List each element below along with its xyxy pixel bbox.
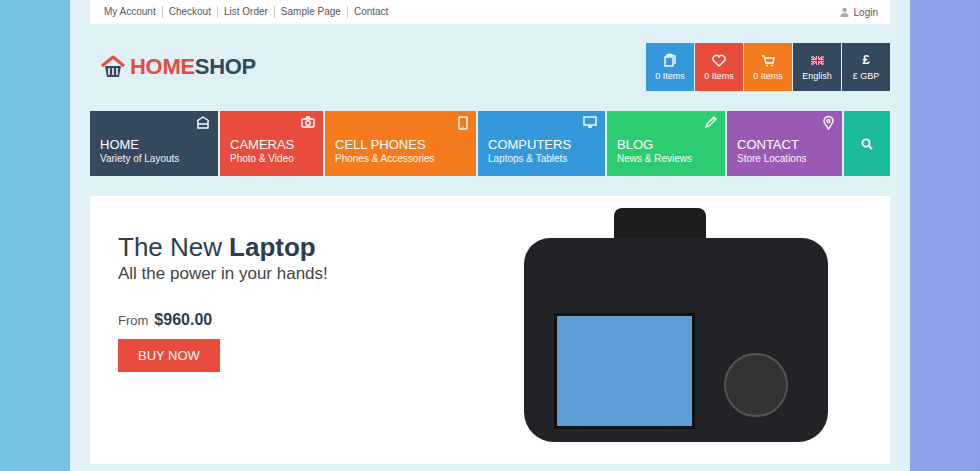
camera-icon <box>301 116 315 128</box>
banner-title-light: The New <box>118 232 222 262</box>
search-icon <box>861 138 873 150</box>
login-link[interactable]: Login <box>840 7 878 18</box>
nav-title[interactable]: HOME <box>100 137 210 152</box>
flag-button[interactable]: English <box>793 43 841 91</box>
header-icon-wrap <box>712 53 726 67</box>
nav-subtitle[interactable]: Phones & Accessories <box>335 152 468 165</box>
banner-price: From $960.00 <box>118 311 328 329</box>
header-buttons: 0 Items 0 Items 0 Items English £ £ GBP <box>646 43 890 91</box>
house-basket-icon <box>100 55 126 79</box>
header-button-label: 0 Items <box>704 71 734 81</box>
header-button-label: 0 Items <box>753 71 783 81</box>
banner-title: The NewLaptop <box>118 232 328 262</box>
currency-button[interactable]: £ £ GBP <box>842 43 890 91</box>
cart-button[interactable]: 0 Items <box>744 43 792 91</box>
nav-subtitle[interactable]: Photo & Video <box>230 152 315 165</box>
header-icon-wrap: £ <box>862 53 869 67</box>
camera-photo <box>524 208 828 442</box>
top-links: My AccountCheckoutList OrderSample PageC… <box>104 6 394 18</box>
pencil-icon <box>704 116 717 129</box>
top-link[interactable]: Contact <box>347 6 394 18</box>
nav-subtitle[interactable]: News & Reviews <box>617 152 717 165</box>
header: HOMESHOP 0 Items 0 Items 0 Items English £ £ G… <box>90 43 890 91</box>
uk-flag-icon <box>811 56 824 65</box>
top-bar: My AccountCheckoutList OrderSample PageC… <box>90 0 890 24</box>
monitor-icon <box>583 116 597 128</box>
header-button-label: 0 Items <box>655 71 685 81</box>
nav-item[interactable]: HOMEVariety of Layouts <box>90 111 218 176</box>
search-button[interactable] <box>844 111 890 176</box>
nav-subtitle[interactable]: Laptops & Tablets <box>488 152 597 165</box>
nav-title[interactable]: COMPUTERS <box>488 137 597 152</box>
currency-icon: £ <box>862 53 869 67</box>
phone-icon <box>458 116 468 130</box>
header-icon-wrap <box>663 53 677 67</box>
heart-button[interactable]: 0 Items <box>695 43 743 91</box>
nav-item[interactable]: BLOGNews & Reviews <box>607 111 725 176</box>
login-label[interactable]: Login <box>854 7 878 18</box>
map-pin-icon <box>823 116 834 130</box>
nav-title[interactable]: CONTACT <box>737 137 834 152</box>
nav-title[interactable]: CAMERAS <box>230 137 315 152</box>
nav-title[interactable]: CELL PHONES <box>335 137 468 152</box>
cart-icon <box>761 54 775 67</box>
nav-subtitle[interactable]: Variety of Layouts <box>100 152 210 165</box>
price-label: From <box>118 313 148 328</box>
header-button-label: £ GBP <box>853 71 880 81</box>
top-link[interactable]: Sample Page <box>274 6 347 18</box>
banner-text: The NewLaptopAll the power in your hands… <box>90 196 328 464</box>
top-link[interactable]: List Order <box>217 6 274 18</box>
nav-title[interactable]: BLOG <box>617 137 717 152</box>
buy-now-button[interactable]: BUY NOW <box>118 339 220 372</box>
nav-item[interactable]: CELL PHONESPhones & Accessories <box>325 111 476 176</box>
logo-text[interactable]: SHOP <box>195 54 256 79</box>
bag-icon <box>663 53 677 67</box>
header-button-label: English <box>802 71 832 81</box>
bag-button[interactable]: 0 Items <box>646 43 694 91</box>
logo[interactable]: HOMESHOP <box>90 54 256 80</box>
banner-subtitle: All the power in your hands! <box>118 263 328 285</box>
nav-subtitle[interactable]: Store Locations <box>737 152 834 165</box>
banner-title-bold: Laptop <box>229 232 316 262</box>
header-icon-wrap <box>761 53 775 67</box>
nav-item[interactable]: CONTACTStore Locations <box>727 111 842 176</box>
nav-item[interactable]: CAMERASPhoto & Video <box>220 111 323 176</box>
store-icon <box>196 116 210 129</box>
top-link[interactable]: My Account <box>104 6 162 18</box>
hero-banner: The NewLaptopAll the power in your hands… <box>90 196 890 464</box>
heart-icon <box>712 54 726 67</box>
nav-item[interactable]: COMPUTERSLaptops & Tablets <box>478 111 605 176</box>
main-nav: HOMEVariety of LayoutsCAMERASPhoto & Vid… <box>90 111 890 176</box>
user-icon <box>840 7 849 17</box>
price-value: $960.00 <box>154 311 212 329</box>
logo-text[interactable]: HOME <box>130 54 195 79</box>
header-icon-wrap <box>811 53 824 67</box>
top-link[interactable]: Checkout <box>162 6 217 18</box>
